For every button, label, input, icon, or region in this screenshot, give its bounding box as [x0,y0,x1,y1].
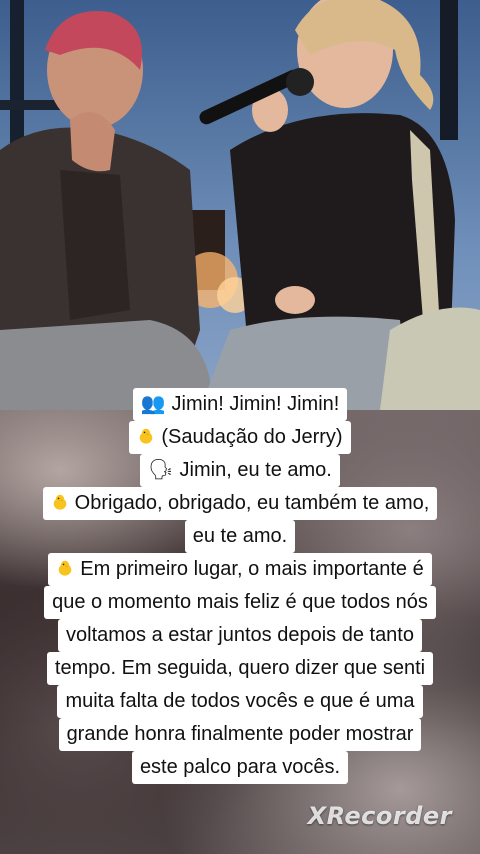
caption-line: 👥 Jimin! Jimin! Jimin! [132,388,348,421]
crowd-icon: 👥 [140,393,166,415]
chick-icon [58,560,72,576]
caption-text: grande honra finalmente poder mostrar [66,723,414,745]
video-frame[interactable]: 👥 Jimin! Jimin! Jimin! (Saudação do Jerry… [0,0,480,854]
recorder-watermark: XRecorder [307,802,452,830]
caption-text: eu te amo. [192,525,288,547]
caption-paragraph: Obrigado, obrigado, eu também te amo, eu… [42,487,438,553]
caption-paragraph: Em primeiro lugar, o mais importante é q… [44,553,436,784]
caption-text: (Saudação do Jerry) [161,426,343,448]
caption-line: Em primeiro lugar, o mais importante é [48,553,432,586]
video-still [0,0,480,410]
caption-text: voltamos a estar juntos depois de tanto [66,624,414,646]
caption-text: Em primeiro lugar, o mais importante é [80,558,424,580]
caption-line: grande honra finalmente poder mostrar [58,718,422,751]
left-person [0,11,210,410]
caption-text: este palco para vocês. [139,756,341,778]
caption-line: muita falta de todos vocês e que é uma [57,685,423,718]
caption-text: Jimin! Jimin! Jimin! [171,393,340,415]
caption-line: este palco para vocês. [131,751,349,784]
caption-line: 🗣 Jimin, eu te amo. [140,454,340,487]
caption-text: Jimin, eu te amo. [179,459,332,481]
chick-icon [53,494,66,510]
chick-icon [140,428,153,444]
caption-line: voltamos a estar juntos depois de tanto [58,619,422,652]
caption-text: muita falta de todos vocês e que é uma [65,690,415,712]
speaking-head-icon: 🗣 [148,459,174,481]
caption-text: que o momento mais feliz é que todos nós [52,591,428,613]
caption-line: eu te amo. [184,520,296,553]
caption-line: (Saudação do Jerry) [129,421,351,454]
caption-text: Obrigado, obrigado, eu também te amo, [74,492,430,514]
caption-line: Obrigado, obrigado, eu também te amo, [42,487,438,520]
right-person [199,0,480,410]
caption-line: tempo. Em seguida, quero dizer que senti [46,652,434,685]
stage-scene [0,0,480,410]
caption-text: tempo. Em seguida, quero dizer que senti [54,657,426,679]
caption-line: que o momento mais feliz é que todos nós [44,586,436,619]
caption-overlay: 👥 Jimin! Jimin! Jimin! (Saudação do Jerry… [0,388,480,784]
